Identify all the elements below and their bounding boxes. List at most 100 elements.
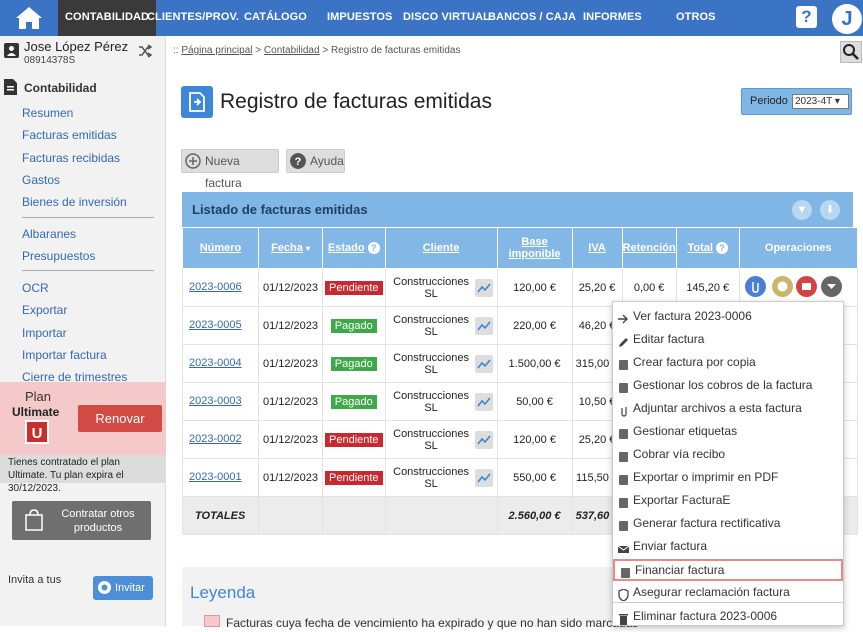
col-estado[interactable]: Estado ? <box>322 227 386 269</box>
paperclip-icon <box>618 402 629 417</box>
attachment-icon[interactable] <box>745 276 766 297</box>
menu-item[interactable]: Asegurar reclamación factura <box>613 581 843 603</box>
sidebar-item-importar[interactable]: Importar <box>22 326 67 340</box>
invoice-number-link[interactable]: 2023-0005 <box>189 319 242 331</box>
col-operaciones: Operaciones <box>738 227 858 269</box>
invoice-number-link[interactable]: 2023-0002 <box>189 433 242 445</box>
invoice-number-link[interactable]: 2023-0001 <box>189 471 242 483</box>
menu-item[interactable]: Adjuntar archivos a esta factura <box>613 397 843 419</box>
trend-icon[interactable] <box>475 354 494 373</box>
sidebar-item-ocr[interactable]: OCR <box>22 281 49 295</box>
payments-icon[interactable] <box>772 276 793 297</box>
invoice-number[interactable]: 2023-0006 <box>182 268 259 307</box>
menu-item[interactable]: Editar factura <box>613 328 843 350</box>
invite-button[interactable]: Invitar <box>93 576 153 600</box>
operations-menu: Ver factura 2023-0006 Editar factura Crear… <box>612 301 844 626</box>
sidebar-item-gastos[interactable]: Gastos <box>22 173 60 187</box>
sidebar-item-exportar[interactable]: Exportar <box>22 303 67 317</box>
bank-icon <box>618 448 629 462</box>
contract-products-button[interactable]: Contratar otros productos <box>12 501 151 540</box>
menu-item-label: Exportar FacturaE <box>633 493 731 507</box>
tag-icon <box>618 425 629 439</box>
invoice-number[interactable]: 2023-0003 <box>182 382 259 421</box>
info-icon: ? <box>716 242 728 254</box>
invoice-date: 01/12/2023 <box>258 344 323 383</box>
sort-icon: ▾ <box>305 244 310 253</box>
trend-icon[interactable] <box>475 392 494 411</box>
breadcrumb-home[interactable]: Página principal <box>181 45 252 56</box>
invoice-number[interactable]: 2023-0002 <box>182 420 259 459</box>
filter-icon[interactable]: ▼ <box>792 200 812 220</box>
breadcrumb-section[interactable]: Contabilidad <box>264 45 320 56</box>
invoice-date: 01/12/2023 <box>258 268 323 307</box>
nav-otros[interactable]: OTROS <box>676 0 716 36</box>
menu-item[interactable]: Crear factura por copia <box>613 351 843 373</box>
nav-impuestos[interactable]: IMPUESTOS <box>327 0 393 36</box>
col-numero[interactable]: Número <box>182 227 259 269</box>
trend-icon[interactable] <box>475 278 494 297</box>
trend-icon[interactable] <box>475 316 494 335</box>
menu-item[interactable]: Gestionar etiquetas <box>613 420 843 442</box>
menu-item[interactable]: Cobrar vía recibo <box>613 443 843 465</box>
invoice-number[interactable]: 2023-0001 <box>182 458 259 497</box>
menu-item[interactable]: Exportar o imprimir en PDF <box>613 466 843 488</box>
invoice-number-link[interactable]: 2023-0004 <box>189 357 242 369</box>
col-fecha[interactable]: Fecha ▾ <box>258 227 323 269</box>
sidebar-item-resumen[interactable]: Resumen <box>22 106 73 120</box>
svg-text:?: ? <box>295 156 302 168</box>
invoice-export-icon <box>181 86 213 118</box>
col-base[interactable]: Base imponible <box>496 227 573 269</box>
sidebar-item-presupuestos[interactable]: Presupuestos <box>22 249 95 263</box>
trend-icon[interactable] <box>475 468 494 487</box>
page-title: Registro de facturas emitidas <box>220 90 492 113</box>
menu-item[interactable]: Ver factura 2023-0006 <box>613 305 843 327</box>
nav-clientes[interactable]: CLIENTES/PROV. <box>147 0 239 36</box>
trend-icon[interactable] <box>475 430 494 449</box>
nav-bancos-caja[interactable]: BANCOS / CAJA <box>488 0 576 36</box>
nav-informes[interactable]: INFORMES <box>583 0 642 36</box>
download-icon[interactable]: ⬇ <box>820 200 840 220</box>
col-cliente[interactable]: Cliente <box>384 227 498 269</box>
renew-button[interactable]: Renovar <box>78 405 162 432</box>
sidebar-item-importar-factura[interactable]: Importar factura <box>22 348 107 362</box>
col-total[interactable]: Total ? <box>675 227 740 269</box>
menu-item[interactable]: Enviar factura <box>613 535 843 557</box>
period-label: Periodo <box>750 95 788 107</box>
period-select[interactable]: 2023-4T ▾ <box>792 94 849 109</box>
sidebar-item-facturas-recibidas[interactable]: Facturas recibidas <box>22 151 120 165</box>
invoice-number-link[interactable]: 2023-0003 <box>189 395 242 407</box>
pdf-icon[interactable] <box>796 276 817 297</box>
question-icon: ? <box>290 153 306 169</box>
invoice-number-link[interactable]: 2023-0006 <box>189 281 242 293</box>
nav-disco-virtual[interactable]: DISCO VIRTUAL <box>403 0 490 36</box>
help-button[interactable]: ? Ayuda <box>286 149 345 173</box>
nav-catalogo[interactable]: CATÁLOGO <box>244 0 307 36</box>
breadcrumb: :: Página principal > Contabilidad > Reg… <box>173 45 460 56</box>
chevron-down-icon[interactable] <box>821 276 842 297</box>
menu-item[interactable]: Generar factura rectificativa <box>613 512 843 534</box>
menu-item[interactable]: Gestionar los cobros de la factura <box>613 374 843 396</box>
col-iva[interactable]: IVA <box>571 227 623 269</box>
menu-item[interactable]: Eliminar factura 2023-0006 <box>613 605 843 627</box>
sidebar-item-albaranes[interactable]: Albaranes <box>22 227 76 241</box>
breadcrumb-sep: > <box>255 45 262 56</box>
new-invoice-button[interactable]: Nueva factura <box>181 149 279 190</box>
sidebar-item-facturas-emitidas[interactable]: Facturas emitidas <box>22 128 117 142</box>
help-icon[interactable]: ? <box>796 6 817 28</box>
menu-item[interactable]: Financiar factura <box>613 559 843 581</box>
avatar[interactable]: J <box>832 4 862 34</box>
search-button[interactable] <box>840 41 862 63</box>
nav-contabilidad[interactable]: CONTABILIDAD <box>58 0 157 36</box>
home-button[interactable] <box>0 0 58 36</box>
plan-info: Tienes contratado el plan Ultimate. Tu p… <box>0 455 166 494</box>
invite-label: Invitar <box>115 582 145 594</box>
plus-icon <box>185 153 201 169</box>
menu-item[interactable]: Exportar FacturaE <box>613 489 843 511</box>
invoice-number[interactable]: 2023-0005 <box>182 306 259 345</box>
invoice-number[interactable]: 2023-0004 <box>182 344 259 383</box>
menu-divider <box>613 602 843 603</box>
sidebar-item-bienes-inversion[interactable]: Bienes de inversión <box>22 195 127 209</box>
shuffle-icon[interactable] <box>138 44 152 58</box>
col-retencion[interactable]: Retención <box>621 227 677 269</box>
shield-icon <box>618 586 629 602</box>
